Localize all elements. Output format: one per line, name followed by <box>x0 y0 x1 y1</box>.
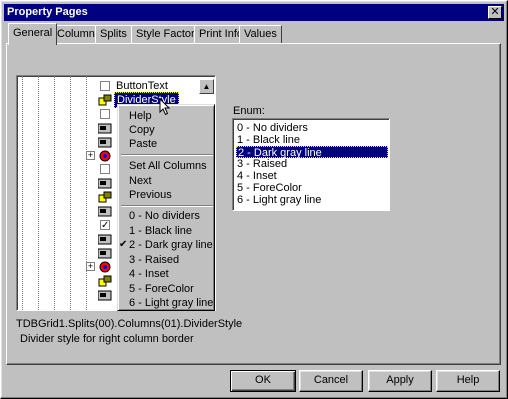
menu-item-inset[interactable]: 4 - Inset <box>120 267 214 281</box>
checkbox-icon[interactable] <box>100 164 110 174</box>
font-icon <box>98 290 112 301</box>
expand-icon[interactable]: + <box>86 262 95 271</box>
property-icon <box>98 94 112 106</box>
help-button[interactable]: Help <box>436 370 500 392</box>
enum-option[interactable]: 3 - Raised <box>236 158 388 170</box>
enum-option[interactable]: 0 - No dividers <box>236 122 388 134</box>
context-menu: Help Copy Paste Set All Columns Next Pre… <box>117 104 215 311</box>
tab-values[interactable]: Values <box>239 25 282 44</box>
property-icon <box>98 275 112 287</box>
tree-item-label: ButtonText <box>116 80 168 92</box>
check-icon: ✔ <box>119 239 128 250</box>
tab-splits[interactable]: Splits <box>95 25 132 44</box>
cancel-button[interactable]: Cancel <box>299 370 363 392</box>
tree-line <box>38 76 39 310</box>
checkbox-icon[interactable] <box>100 81 110 91</box>
mouse-cursor-icon <box>159 98 171 116</box>
font-icon <box>98 123 112 134</box>
window-title: Property Pages <box>7 6 88 18</box>
menu-item-no-dividers[interactable]: 0 - No dividers <box>120 209 214 223</box>
enum-listbox[interactable]: 0 - No dividers 1 - Black line 2 - Dark … <box>232 118 390 211</box>
expand-icon[interactable]: + <box>86 151 95 160</box>
enum-option[interactable]: 6 - Light gray line <box>236 194 388 206</box>
menu-item-copy[interactable]: Copy <box>120 123 214 137</box>
enum-option[interactable]: 1 - Black line <box>236 134 388 146</box>
menu-item-raised[interactable]: 3 - Raised <box>120 253 214 267</box>
enum-option[interactable]: 4 - Inset <box>236 170 388 182</box>
property-description: Divider style for right column border <box>20 333 194 345</box>
menu-item-black-line[interactable]: 1 - Black line <box>120 224 214 238</box>
close-button[interactable]: ✕ <box>488 6 502 19</box>
scroll-up-button[interactable]: ▲ <box>199 79 214 94</box>
tree-line <box>70 76 71 310</box>
font-icon <box>98 206 112 217</box>
menu-item-paste[interactable]: Paste <box>120 137 214 151</box>
font-icon <box>98 178 112 189</box>
menu-item-dark-gray-line[interactable]: ✔ 2 - Dark gray line <box>119 238 214 252</box>
font-icon <box>98 137 112 148</box>
apply-button[interactable]: Apply <box>368 370 432 392</box>
ok-button[interactable]: OK <box>230 370 296 392</box>
menu-item-forecolor[interactable]: 5 - ForeColor <box>120 282 214 296</box>
enum-option-selected[interactable]: 2 - Dark gray line <box>236 146 388 159</box>
font-icon <box>98 248 112 259</box>
enum-option[interactable]: 5 - ForeColor <box>236 182 388 194</box>
font-icon <box>98 234 112 245</box>
menu-separator <box>121 154 213 156</box>
menu-item-next[interactable]: Next <box>120 174 214 188</box>
object-icon <box>99 150 111 162</box>
tree-line <box>86 76 87 310</box>
object-icon <box>99 261 111 273</box>
checkbox-icon[interactable] <box>100 109 110 119</box>
menu-item-previous[interactable]: Previous <box>120 188 214 202</box>
menu-item-light-gray-line[interactable]: 6 - Light gray line <box>120 296 214 310</box>
enum-label: Enum: <box>233 105 265 117</box>
property-path: TDBGrid1.Splits(00).Columns(01).DividerS… <box>16 318 243 330</box>
property-icon <box>98 191 112 203</box>
menu-item-set-all-columns[interactable]: Set All Columns <box>120 159 214 173</box>
checked-checkbox-icon[interactable]: ✓ <box>100 220 110 231</box>
menu-item-label: 2 - Dark gray line <box>129 239 213 251</box>
tree-line <box>54 76 55 310</box>
menu-separator <box>121 205 213 207</box>
tree-line <box>22 76 23 310</box>
title-bar: Property Pages ✕ <box>4 4 504 21</box>
tab-general[interactable]: General <box>8 23 58 45</box>
